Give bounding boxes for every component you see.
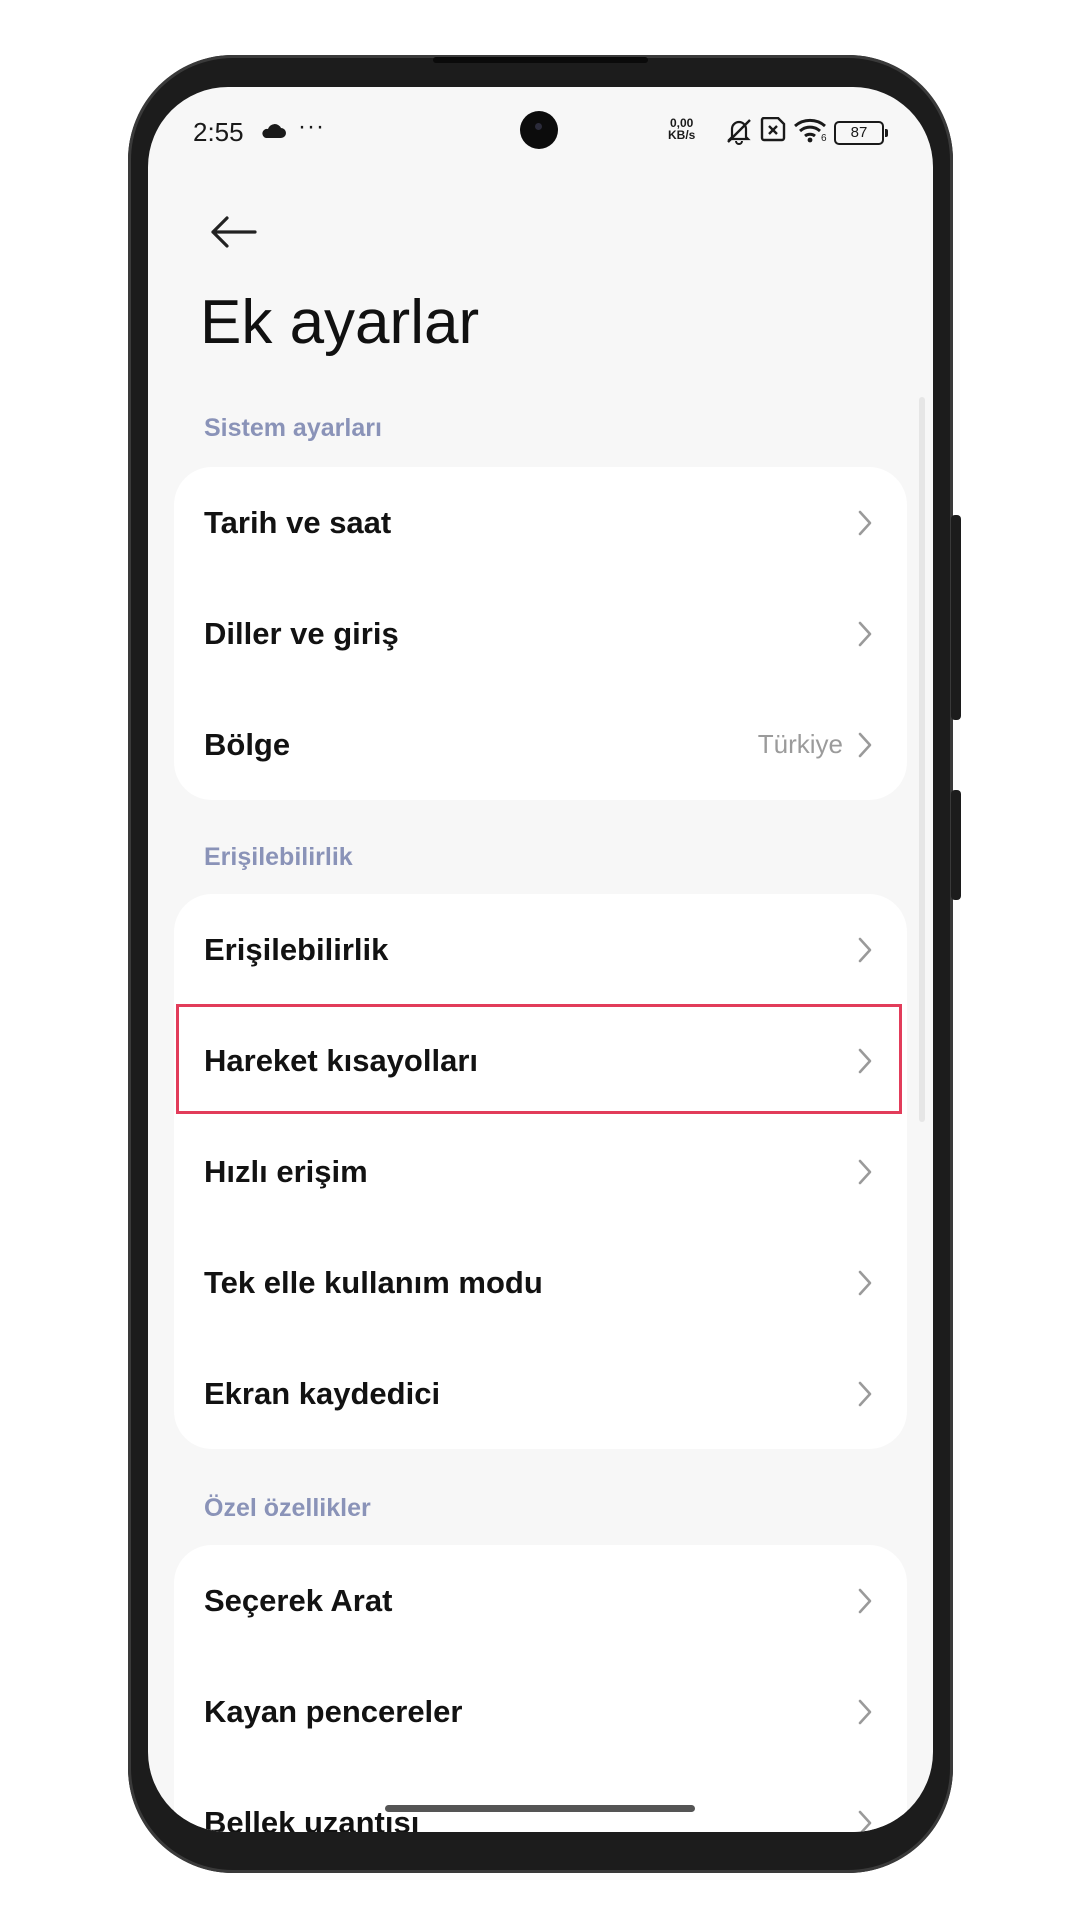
setting-row-tek-elle-kullanim-modu[interactable]: Tek elle kullanım modu <box>174 1227 907 1338</box>
setting-label: Kayan pencereler <box>204 1693 463 1729</box>
arrow-left-icon <box>211 216 257 248</box>
setting-label: Tek elle kullanım modu <box>204 1264 543 1300</box>
chevron-right-icon <box>857 1045 877 1077</box>
wifi-standard-label: 6 <box>821 133 827 144</box>
setting-row-bolge[interactable]: Bölge Türkiye <box>174 689 907 800</box>
chevron-right-icon <box>857 934 877 966</box>
setting-row-hizli-erisim[interactable]: Hızlı erişim <box>174 1116 907 1227</box>
chevron-right-icon <box>857 729 877 761</box>
status-bar: 2:55 ··· 0,00 KB/s 6 87 <box>148 87 933 177</box>
setting-label: Tarih ve saat <box>204 504 392 540</box>
wifi-icon: 6 <box>793 117 829 148</box>
setting-label: Ekran kaydedici <box>204 1375 441 1411</box>
chevron-right-icon <box>857 1156 877 1188</box>
network-speed: 0,00 KB/s <box>668 117 695 141</box>
settings-card-special: Seçerek Arat Kayan pencereler Bellek uza… <box>174 1545 907 1832</box>
chevron-right-icon <box>857 1696 877 1728</box>
setting-row-kayan-pencereler[interactable]: Kayan pencereler <box>174 1656 907 1767</box>
section-header-erisilebilirlik: Erişilebilirlik <box>204 843 353 871</box>
chevron-right-icon <box>857 1378 877 1410</box>
settings-card-accessibility: Erişilebilirlik Hareket kısayolları Hızl… <box>174 894 907 1449</box>
chevron-right-icon <box>857 1807 877 1832</box>
setting-value: Türkiye <box>757 729 843 759</box>
page-title: Ek ayarlar <box>200 288 480 357</box>
front-camera <box>520 111 558 149</box>
setting-label: Hareket kısayolları <box>204 1042 479 1078</box>
sim-x-icon <box>760 116 786 148</box>
setting-row-bellek-uzantisi[interactable]: Bellek uzantısı <box>174 1767 907 1832</box>
setting-row-tarih-ve-saat[interactable]: Tarih ve saat <box>174 467 907 578</box>
setting-label: Erişilebilirlik <box>204 931 389 967</box>
setting-label: Hızlı erişim <box>204 1153 368 1189</box>
setting-row-secerek-arat[interactable]: Seçerek Arat <box>174 1545 907 1656</box>
chevron-right-icon <box>857 1585 877 1617</box>
setting-row-erisilebilirlik[interactable]: Erişilebilirlik <box>174 894 907 1005</box>
battery-indicator: 87 <box>834 121 888 145</box>
volume-button <box>951 515 961 720</box>
setting-row-diller-ve-giris[interactable]: Diller ve giriş <box>174 578 907 689</box>
chevron-right-icon <box>857 507 877 539</box>
setting-label: Bölge <box>204 726 291 762</box>
bell-off-icon <box>724 117 754 150</box>
back-button[interactable] <box>198 197 268 267</box>
home-indicator[interactable] <box>385 1805 695 1812</box>
setting-row-hareket-kisayollari[interactable]: Hareket kısayolları <box>174 1005 907 1116</box>
cloud-icon <box>260 123 286 144</box>
settings-card-system: Tarih ve saat Diller ve giriş Bölge Türk… <box>174 467 907 800</box>
status-time: 2:55 <box>193 117 244 147</box>
more-notifications-icon: ··· <box>298 113 325 140</box>
chevron-right-icon <box>857 618 877 650</box>
power-button <box>951 790 961 900</box>
scrollbar[interactable] <box>919 397 925 1122</box>
chevron-right-icon <box>857 1267 877 1299</box>
setting-label: Seçerek Arat <box>204 1582 393 1618</box>
setting-label: Diller ve giriş <box>204 615 399 651</box>
section-header-sistem-ayarlari: Sistem ayarları <box>204 414 382 442</box>
network-speed-unit: KB/s <box>668 128 696 142</box>
screen: 2:55 ··· 0,00 KB/s 6 87 Ek ayarlar Siste… <box>148 87 933 1832</box>
setting-row-ekran-kaydedici[interactable]: Ekran kaydedici <box>174 1338 907 1449</box>
section-header-ozel-ozellikler: Özel özellikler <box>204 1494 371 1522</box>
earpiece-slot <box>433 57 648 63</box>
